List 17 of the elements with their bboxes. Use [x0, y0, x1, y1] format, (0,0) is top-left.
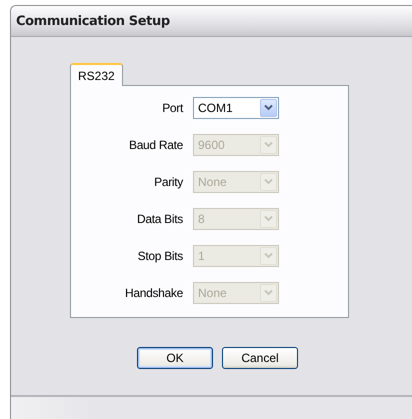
tab[interactable]: RS232	[70, 63, 123, 86]
field-label: Stop Bits	[138, 248, 183, 262]
chevron-down-icon	[264, 252, 273, 259]
dropdown[interactable]: COM1	[193, 96, 279, 118]
chevron-down-icon	[264, 141, 273, 148]
chevron-down-icon	[264, 178, 273, 185]
field-label: Port	[162, 100, 183, 114]
dialog-button[interactable]: OK	[137, 347, 213, 369]
chevron-down-icon	[264, 289, 273, 296]
field-label: Data Bits	[137, 212, 183, 226]
chevron-down-icon	[264, 215, 273, 222]
field-label: Baud Rate	[128, 138, 183, 152]
window-title: Communication Setup	[16, 14, 170, 28]
field-label: Handshake	[124, 286, 183, 300]
chevron-down-icon	[264, 104, 273, 111]
field-label: Parity	[154, 174, 183, 188]
dialog-button[interactable]: Cancel	[222, 347, 298, 369]
